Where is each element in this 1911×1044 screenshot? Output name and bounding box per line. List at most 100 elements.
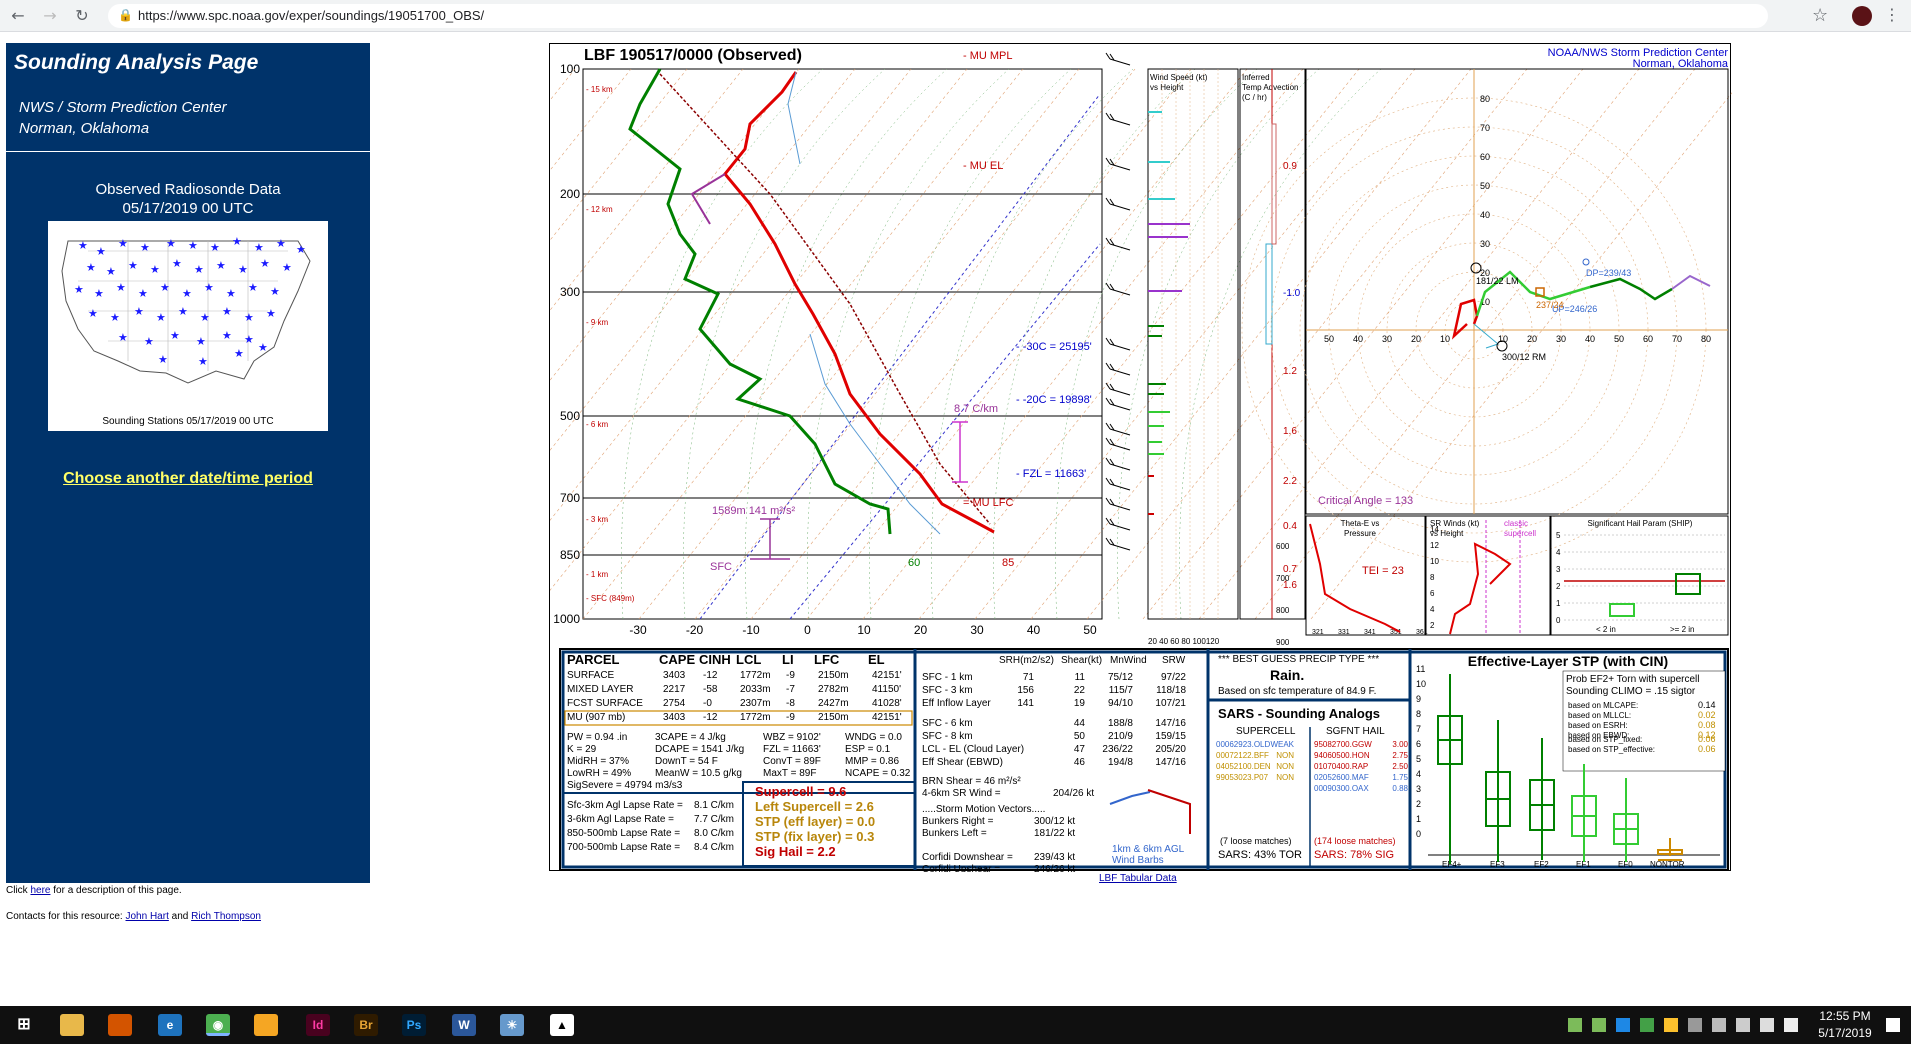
kinematics-cell: Eff Shear (EBWD): [922, 757, 1003, 768]
hodo-trace-mid: [1589, 277, 1673, 301]
tray-app-icon[interactable]: [1736, 1018, 1750, 1032]
parcel-header: PARCEL: [567, 652, 620, 667]
here-link[interactable]: here: [30, 885, 50, 896]
url-text[interactable]: https://www.spc.noaa.gov/exper/soundings…: [138, 8, 484, 23]
clock-time[interactable]: 12:55 PM: [1810, 1009, 1880, 1023]
tray-app-icon[interactable]: [1712, 1018, 1726, 1032]
kinematics-cell: 94/10: [1108, 698, 1133, 709]
profile-avatar[interactable]: [1852, 6, 1872, 26]
reload-icon[interactable]: ↻: [72, 6, 92, 26]
weather-app-icon[interactable]: ☀: [500, 1014, 524, 1036]
sars-hail-size: 1.75: [1392, 773, 1408, 782]
parcel-cell: 42151': [872, 670, 902, 681]
chrome-icon[interactable]: ◉: [206, 1014, 230, 1036]
station-star-icon: ★: [244, 311, 254, 324]
sars-hail-size: 3.00: [1392, 740, 1408, 749]
media-player-icon[interactable]: [108, 1014, 132, 1036]
sounding-header: LBF 190517/0000 (Observed): [584, 47, 802, 64]
temp-tick-label: 20: [914, 623, 928, 637]
indesign-icon[interactable]: Id: [306, 1014, 330, 1036]
theta-p-label: 600: [1276, 542, 1290, 551]
composite-index: STP (eff layer) = 0.0: [755, 814, 875, 829]
parcel-cell: 3403: [663, 712, 686, 723]
bridge-icon[interactable]: Br: [354, 1014, 378, 1036]
kinematics-cell: 19: [1074, 698, 1086, 709]
notifications-icon[interactable]: [1886, 1018, 1900, 1032]
sars-supercell-class: NON: [1276, 762, 1294, 771]
tabular-data-link[interactable]: LBF Tabular Data: [1099, 873, 1177, 884]
contact-link-hart[interactable]: John Hart: [126, 911, 169, 922]
left-nav-panel: Sounding Analysis Page NWS / Storm Predi…: [6, 43, 370, 883]
tray-app-icon[interactable]: [1616, 1018, 1630, 1032]
photos-icon[interactable]: ▲: [550, 1014, 574, 1036]
network-icon[interactable]: [1760, 1018, 1774, 1032]
virtual-temp-trace: [690, 173, 726, 225]
index-cell: MidRH = 37%: [567, 756, 629, 767]
storm-motion-header: .....Storm Motion Vectors.....: [922, 804, 1045, 815]
index-cell: MeanW = 10.5 g/kg: [655, 768, 742, 779]
tray-app-icon[interactable]: [1688, 1018, 1702, 1032]
forward-arrow-icon[interactable]: →: [40, 6, 60, 26]
station-star-icon: ★: [150, 263, 160, 276]
volume-icon[interactable]: [1784, 1018, 1798, 1032]
advection-value: 0.4: [1283, 521, 1297, 532]
station-star-icon: ★: [198, 355, 208, 368]
tray-app-icon[interactable]: [1640, 1018, 1654, 1032]
tray-app-icon[interactable]: [1664, 1018, 1678, 1032]
word-icon[interactable]: W: [452, 1014, 476, 1036]
menu-kebab-icon[interactable]: ⋮: [1884, 5, 1900, 24]
photoshop-icon[interactable]: Ps: [402, 1014, 426, 1036]
ship-y-label: 5: [1556, 531, 1561, 540]
sars-supercell-match: 00062923.OLD: [1216, 740, 1270, 749]
bookmark-star-icon[interactable]: ☆: [1812, 5, 1828, 26]
obs-title: Observed Radiosonde Data: [95, 181, 281, 198]
back-arrow-icon[interactable]: ←: [8, 6, 28, 26]
lapse-label: 8.7 C/km: [954, 403, 998, 415]
kinematics-cell: Eff Inflow Layer: [922, 698, 991, 709]
station-star-icon: ★: [188, 239, 198, 252]
kinematics-cell: SFC - 1 km: [922, 672, 973, 683]
parcel-cell: 2427m: [818, 698, 849, 709]
org-name: NWS / Storm Prediction Center: [19, 99, 227, 116]
windows-start-icon[interactable]: ⊞: [12, 1014, 36, 1036]
station-star-icon: ★: [222, 305, 232, 318]
station-star-icon: ★: [74, 283, 84, 296]
kinematics-cell: 159/15: [1155, 731, 1186, 742]
tray-app-icon[interactable]: [1592, 1018, 1606, 1032]
wind-panel-title: vs Height: [1150, 83, 1184, 92]
internet-explorer-icon[interactable]: e: [158, 1014, 182, 1036]
address-bar[interactable]: 🔒 https://www.spc.noaa.gov/exper/soundin…: [108, 4, 1768, 28]
station-star-icon: ★: [166, 237, 176, 250]
station-star-icon: ★: [258, 341, 268, 354]
parcel-cell: 2754: [663, 698, 686, 709]
index-cell: WNDG = 0.0: [845, 732, 902, 743]
height-label: - 1 km: [586, 570, 609, 579]
stp-y-label: 9: [1416, 694, 1421, 704]
kinematics-cell: 156: [1017, 685, 1034, 696]
wind-barb: [1109, 343, 1131, 351]
sigsevere-label: SigSevere = 49794 m3/s3: [567, 780, 683, 791]
wind-barb: [1105, 337, 1111, 345]
clock-date[interactable]: 5/17/2019: [1810, 1026, 1880, 1040]
wind-barb: [1109, 58, 1131, 66]
lapse-value: 8.4 C/km: [694, 842, 734, 853]
contact-link-thompson[interactable]: Rich Thompson: [191, 911, 261, 922]
outlook-icon[interactable]: [254, 1014, 278, 1036]
station-star-icon: ★: [144, 335, 154, 348]
kinematics-cell: 147/16: [1155, 718, 1186, 729]
pressure-label: 200: [560, 187, 580, 201]
station-star-icon: ★: [232, 235, 242, 248]
bottom-frame: [559, 648, 1729, 871]
sr-wind-label: 4-6km SR Wind =: [922, 788, 1001, 799]
composite-index: STP (fix layer) = 0.3: [755, 829, 874, 844]
wind-barb: [1109, 203, 1131, 211]
file-explorer-icon[interactable]: [60, 1014, 84, 1036]
contacts-label: Contacts for this resource:: [6, 911, 126, 922]
wind-barb: [1105, 382, 1111, 390]
wind-speed-panel: [1147, 68, 1239, 620]
choose-date-link[interactable]: Choose another date/time period: [6, 470, 370, 488]
ship-y-label: 2: [1556, 582, 1561, 591]
tray-app-icon[interactable]: [1568, 1018, 1582, 1032]
kinematics-header: SRH(m2/s2): [999, 655, 1054, 666]
station-map[interactable]: ★ ★ ★ ★ ★ ★ ★ ★ ★ ★ ★ ★ ★ ★ ★ ★ ★ ★ ★ ★ ★ ★ ★ ★ ★ ★ ★ ★ ★ ★ ★ ★ ★ ★ ★ ★ ★ ★ ★ ★…: [48, 221, 328, 431]
